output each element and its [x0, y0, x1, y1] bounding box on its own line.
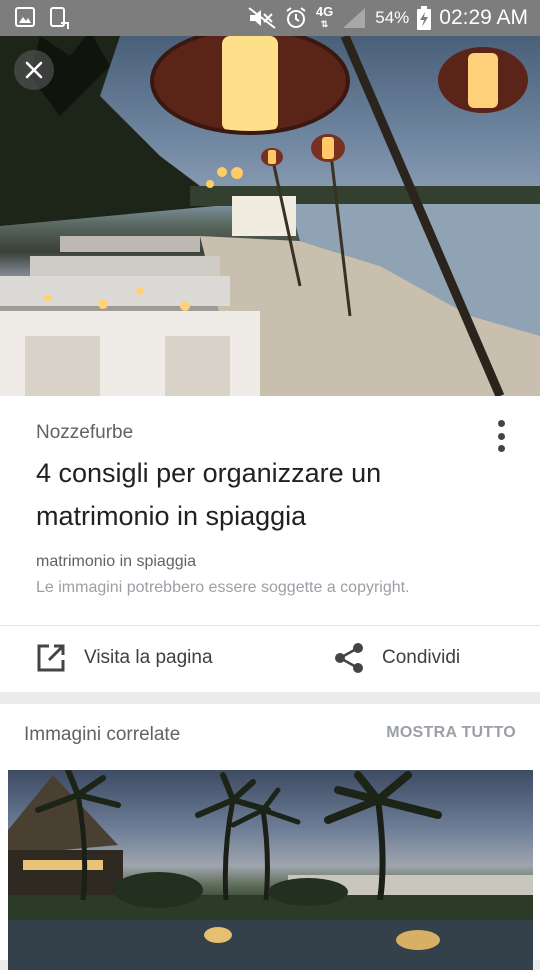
- status-system: 4G ⇅ 54% 02:29 AM: [248, 0, 528, 36]
- page-title[interactable]: 4 consigli per organizzare un matrimonio…: [36, 452, 496, 538]
- more-vert-icon: [497, 420, 505, 427]
- close-icon: [25, 61, 43, 79]
- divider: [0, 625, 540, 626]
- status-notifications: [14, 6, 70, 30]
- more-options-button[interactable]: [486, 418, 516, 454]
- share-icon: [335, 643, 363, 673]
- signal-icon: [343, 8, 366, 28]
- source-name[interactable]: Nozzefurbe: [36, 422, 133, 444]
- image-subtitle: matrimonio in spiaggia: [36, 553, 197, 570]
- image-detail-card: Nozzefurbe 4 consigli per organizzare un…: [0, 396, 540, 692]
- hero-image[interactable]: [0, 36, 540, 396]
- related-images-title: Immagini correlate: [24, 724, 181, 745]
- visit-page-button[interactable]: Visita la pagina: [36, 634, 213, 682]
- more-vert-icon-dot: [497, 445, 505, 452]
- battery-charging-icon: [417, 6, 432, 30]
- screenshot-notification-icon: [50, 7, 69, 29]
- related-images-section: Immagini correlate MOSTRA TUTTO: [0, 704, 540, 970]
- battery-percent: 54%: [375, 8, 410, 27]
- show-all-button[interactable]: MOSTRA TUTTO: [386, 724, 516, 742]
- copyright-notice: Le immagini potrebbero essere soggette a…: [36, 579, 410, 596]
- visit-page-label: Visita la pagina: [84, 647, 213, 668]
- share-label: Condividi: [382, 647, 461, 668]
- mute-icon: [248, 7, 276, 29]
- clock: 02:29 AM: [439, 6, 528, 29]
- open-in-new-icon: [37, 644, 65, 672]
- network-type: 4G ⇅: [315, 4, 334, 29]
- beach-wedding-photo: [0, 36, 540, 396]
- close-button[interactable]: [14, 50, 54, 90]
- palm-resort-photo: [8, 770, 533, 970]
- share-button[interactable]: Condividi: [334, 634, 460, 682]
- alarm-icon: [286, 7, 306, 28]
- more-vert-icon-dot: [497, 432, 505, 440]
- status-bar: 4G ⇅ 54% 02:29 AM: [0, 0, 540, 36]
- related-image-thumbnail[interactable]: [8, 770, 533, 970]
- gallery-notification-icon: [15, 7, 35, 27]
